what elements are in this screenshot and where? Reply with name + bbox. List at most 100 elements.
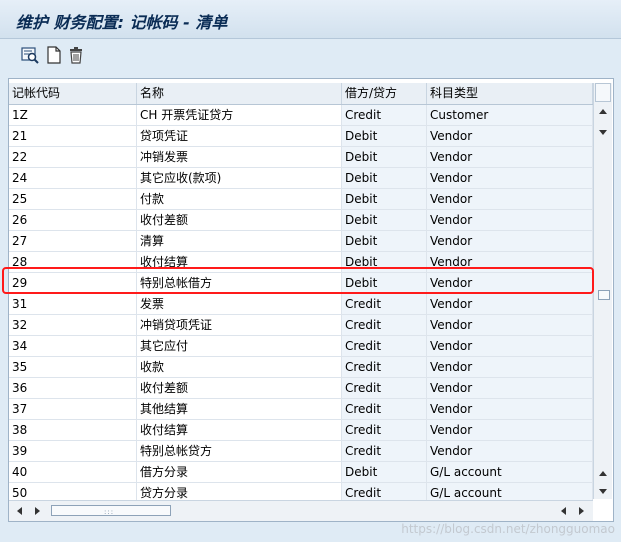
- vertical-scroll-thumb[interactable]: [598, 290, 610, 300]
- debit-credit-cell: Debit: [342, 168, 427, 188]
- name-cell: 收付差额: [137, 210, 342, 230]
- table-body: 1Z CH 开票凭证贷方 Credit Customer 21 贷项凭证 Deb…: [9, 105, 593, 504]
- table-row[interactable]: 25 付款 Debit Vendor: [9, 189, 593, 210]
- vertical-scrollbar[interactable]: [593, 83, 612, 499]
- account-type-cell: Vendor: [427, 210, 593, 230]
- toolbar: [0, 39, 621, 72]
- debit-credit-cell: Credit: [342, 399, 427, 419]
- posting-key-cell: 40: [9, 462, 137, 482]
- scroll-right-arrow-icon[interactable]: [35, 507, 40, 515]
- posting-key-cell: 29: [9, 273, 137, 293]
- horizontal-scroll-thumb[interactable]: :::: [51, 505, 171, 516]
- posting-key-cell: 1Z: [9, 105, 137, 125]
- name-cell: 收款: [137, 357, 342, 377]
- scroll-down-arrow-icon[interactable]: [599, 130, 607, 135]
- table-row[interactable]: 28 收付结算 Debit Vendor: [9, 252, 593, 273]
- column-header-posting-key[interactable]: 记帐代码: [9, 83, 137, 104]
- debit-credit-cell: Debit: [342, 231, 427, 251]
- table-row[interactable]: 21 贷项凭证 Debit Vendor: [9, 126, 593, 147]
- posting-key-cell: 31: [9, 294, 137, 314]
- debit-credit-cell: Debit: [342, 462, 427, 482]
- debit-credit-cell: Debit: [342, 273, 427, 293]
- scroll-right-arrow-icon[interactable]: [579, 507, 584, 515]
- debit-credit-cell: Credit: [342, 105, 427, 125]
- table-row[interactable]: 34 其它应付 Credit Vendor: [9, 336, 593, 357]
- name-cell: 发票: [137, 294, 342, 314]
- debit-credit-cell: Debit: [342, 210, 427, 230]
- name-cell: 特别总帐借方: [137, 273, 342, 293]
- name-cell: 付款: [137, 189, 342, 209]
- table-header: 记帐代码 名称 借方/贷方 科目类型: [9, 83, 593, 105]
- debit-credit-cell: Credit: [342, 336, 427, 356]
- posting-key-cell: 24: [9, 168, 137, 188]
- table-row[interactable]: 40 借方分录 Debit G/L account: [9, 462, 593, 483]
- account-type-cell: Vendor: [427, 189, 593, 209]
- table-row[interactable]: 31 发票 Credit Vendor: [9, 294, 593, 315]
- scroll-up-arrow-icon[interactable]: [599, 109, 607, 114]
- posting-key-cell: 34: [9, 336, 137, 356]
- column-header-account-type[interactable]: 科目类型: [427, 83, 593, 104]
- debit-credit-cell: Credit: [342, 378, 427, 398]
- posting-key-cell: 22: [9, 147, 137, 167]
- grip-icon: :::: [104, 508, 115, 516]
- debit-credit-cell: Debit: [342, 126, 427, 146]
- table-row[interactable]: 39 特别总帐贷方 Credit Vendor: [9, 441, 593, 462]
- table-row[interactable]: 24 其它应收(款项) Debit Vendor: [9, 168, 593, 189]
- name-cell: 特别总帐贷方: [137, 441, 342, 461]
- column-settings-button[interactable]: [595, 83, 611, 102]
- table-row[interactable]: 32 冲销贷项凭证 Credit Vendor: [9, 315, 593, 336]
- debit-credit-cell: Credit: [342, 315, 427, 335]
- scroll-down-arrow-icon[interactable]: [599, 489, 607, 494]
- name-cell: 贷项凭证: [137, 126, 342, 146]
- horizontal-scrollbar[interactable]: :::: [9, 500, 593, 521]
- name-cell: 其他结算: [137, 399, 342, 419]
- debit-credit-cell: Credit: [342, 420, 427, 440]
- table-row[interactable]: 27 清算 Debit Vendor: [9, 231, 593, 252]
- account-type-cell: Vendor: [427, 231, 593, 251]
- scroll-left-arrow-icon[interactable]: [17, 507, 22, 515]
- posting-key-cell: 35: [9, 357, 137, 377]
- watermark: https://blog.csdn.net/zhongguomao: [401, 522, 615, 536]
- scroll-up-arrow-icon[interactable]: [599, 471, 607, 476]
- column-header-debit-credit[interactable]: 借方/贷方: [342, 83, 427, 104]
- table-row[interactable]: 26 收付差额 Debit Vendor: [9, 210, 593, 231]
- name-cell: 收付结算: [137, 420, 342, 440]
- name-cell: 收付差额: [137, 378, 342, 398]
- posting-key-cell: 25: [9, 189, 137, 209]
- name-cell: 冲销发票: [137, 147, 342, 167]
- table-row[interactable]: 38 收付结算 Credit Vendor: [9, 420, 593, 441]
- account-type-cell: Vendor: [427, 336, 593, 356]
- posting-key-cell: 28: [9, 252, 137, 272]
- posting-key-cell: 36: [9, 378, 137, 398]
- posting-key-cell: 38: [9, 420, 137, 440]
- table-row[interactable]: 35 收款 Credit Vendor: [9, 357, 593, 378]
- account-type-cell: Vendor: [427, 147, 593, 167]
- account-type-cell: Vendor: [427, 252, 593, 272]
- posting-key-cell: 32: [9, 315, 137, 335]
- table-row[interactable]: 36 收付差额 Credit Vendor: [9, 378, 593, 399]
- debit-credit-cell: Credit: [342, 294, 427, 314]
- delete-button[interactable]: [66, 45, 86, 65]
- debit-credit-cell: Credit: [342, 357, 427, 377]
- column-header-name[interactable]: 名称: [137, 83, 342, 104]
- debit-credit-cell: Credit: [342, 441, 427, 461]
- account-type-cell: Vendor: [427, 357, 593, 377]
- debit-credit-cell: Debit: [342, 189, 427, 209]
- account-type-cell: Vendor: [427, 441, 593, 461]
- name-cell: 冲销贷项凭证: [137, 315, 342, 335]
- account-type-cell: Vendor: [427, 294, 593, 314]
- table-row[interactable]: 1Z CH 开票凭证贷方 Credit Customer: [9, 105, 593, 126]
- debit-credit-cell: Debit: [342, 147, 427, 167]
- title-bar: 维护 财务配置: 记帐码 - 清单: [0, 0, 621, 39]
- scroll-left-arrow-icon[interactable]: [561, 507, 566, 515]
- table-row-highlighted[interactable]: 29 特别总帐借方 Debit Vendor: [9, 273, 593, 294]
- account-type-cell: Vendor: [427, 399, 593, 419]
- account-type-cell: Vendor: [427, 420, 593, 440]
- new-entry-button[interactable]: [44, 45, 64, 65]
- details-button[interactable]: [20, 45, 40, 65]
- name-cell: 借方分录: [137, 462, 342, 482]
- account-type-cell: G/L account: [427, 462, 593, 482]
- table-row[interactable]: 37 其他结算 Credit Vendor: [9, 399, 593, 420]
- table-row[interactable]: 22 冲销发票 Debit Vendor: [9, 147, 593, 168]
- posting-keys-table: 记帐代码 名称 借方/贷方 科目类型 1Z CH 开票凭证贷方 Credit C…: [8, 78, 614, 522]
